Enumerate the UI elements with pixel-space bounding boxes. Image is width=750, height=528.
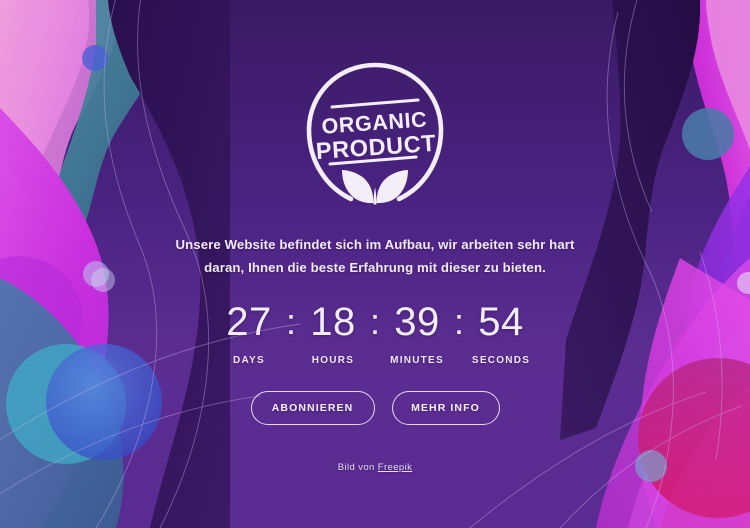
landing-page: ORGANIC PRODUCT Unsere Website befindet … [0,0,750,528]
organic-product-logo: ORGANIC PRODUCT [299,56,451,208]
countdown-unit-hours: 18 HOURS [297,300,369,366]
countdown-unit-days: 27 DAYS [213,300,285,366]
countdown-separator-1: : [285,301,296,343]
page-headline: Unsere Website befindet sich im Aufbau, … [175,237,575,275]
countdown-minutes-value: 39 [394,300,440,345]
image-credit: Bild von Freepik [338,462,413,473]
more-info-button[interactable]: MEHR INFO [391,390,500,425]
countdown-days-label: DAYS [233,354,265,366]
freepik-link[interactable]: Freepik [378,462,412,473]
countdown-minutes-label: MINUTES [390,354,444,366]
countdown-seconds-value: 54 [478,300,524,345]
countdown-seconds-label: SECONDS [471,354,531,366]
cta-button-group: ABONNIEREN MEHR INFO [250,390,500,425]
countdown-hours-label: HOURS [311,354,355,366]
subscribe-button[interactable]: ABONNIEREN [250,390,375,425]
countdown-unit-seconds: 54 SECONDS [465,300,537,366]
countdown-hours-value: 18 [310,300,356,345]
countdown-unit-minutes: 39 MINUTES [381,300,453,366]
logo-text: ORGANIC PRODUCT [315,107,437,164]
countdown-separator-2: : [369,301,380,343]
countdown-separator-3: : [454,301,465,343]
countdown-timer: 27 DAYS : 18 HOURS : 39 MINUTES : 54 SEC… [213,300,537,366]
countdown-days-value: 27 [226,300,272,345]
credit-prefix: Bild von [337,461,378,473]
